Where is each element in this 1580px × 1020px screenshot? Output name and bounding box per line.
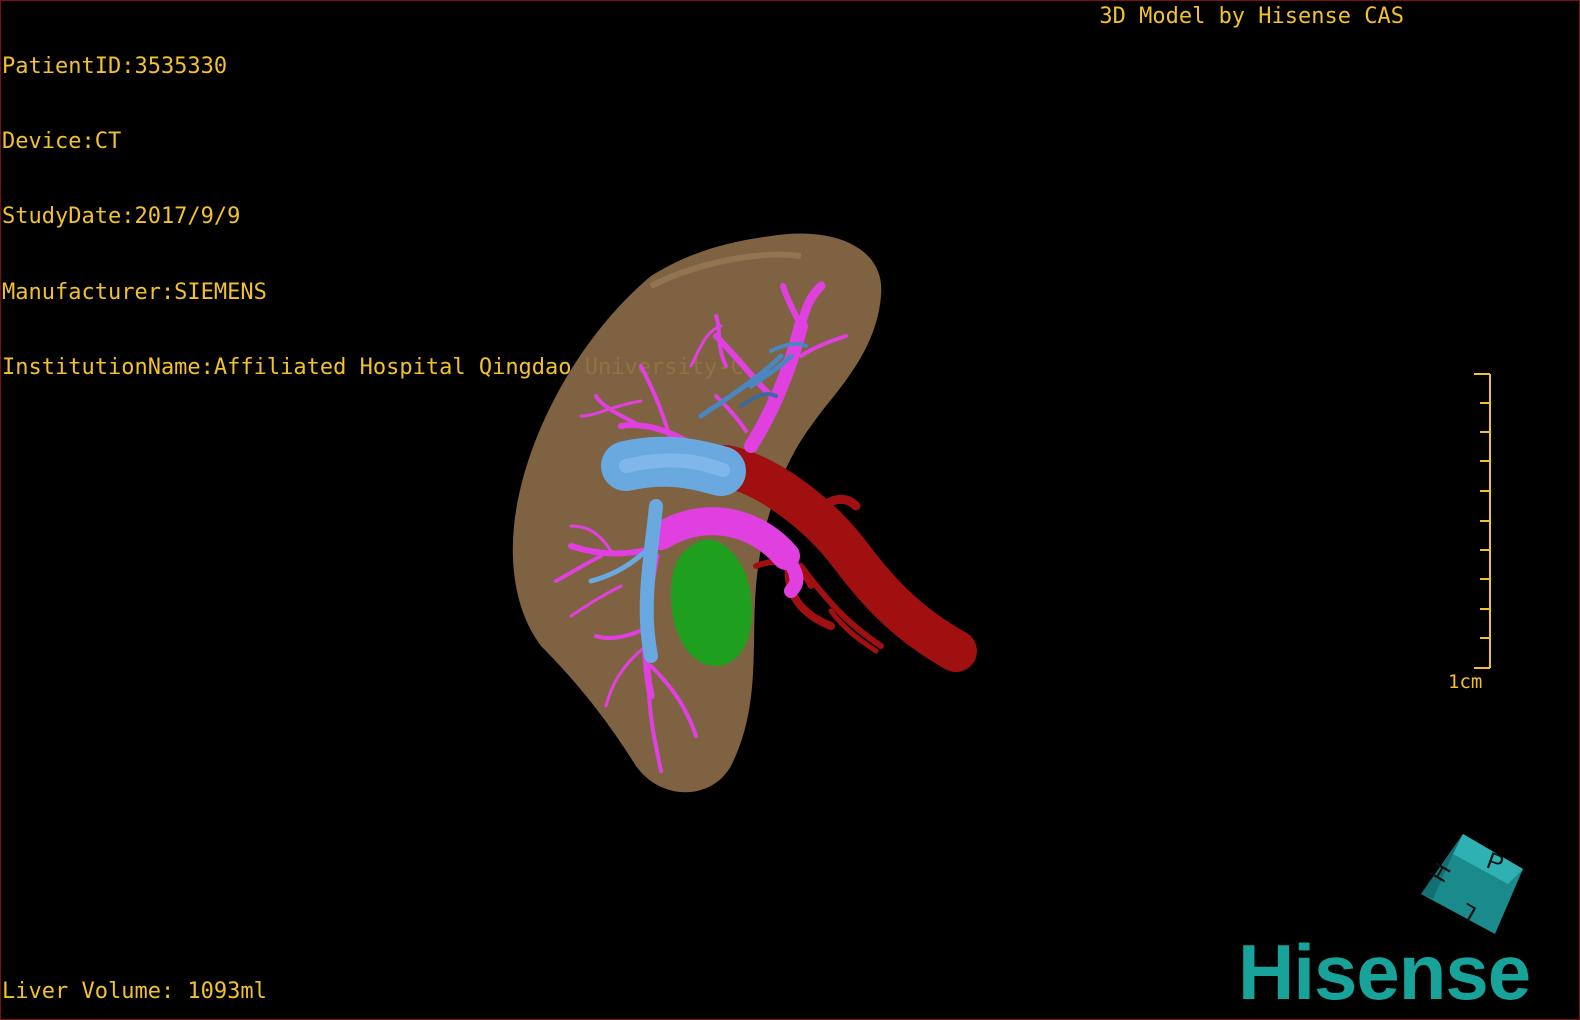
device: Device:CT [2, 129, 122, 155]
patient-id: PatientID:3535330 [2, 54, 228, 79]
model-credit: 3D Model by Hisense CAS [1099, 4, 1404, 29]
scale-bar [1474, 373, 1491, 669]
orientation-cube-icon[interactable]: P H L [1413, 829, 1531, 944]
3d-viewport[interactable]: PatientID:3535330 Device:CT StudyDate:20… [0, 0, 1580, 1020]
liver-3d-model[interactable] [501, 226, 981, 806]
hisense-logo: Hisense [1238, 928, 1531, 1016]
liver-volume: Liver Volume: 1093ml [2, 979, 267, 1004]
scale-label: 1cm [1448, 671, 1483, 693]
aorta [705, 445, 977, 672]
